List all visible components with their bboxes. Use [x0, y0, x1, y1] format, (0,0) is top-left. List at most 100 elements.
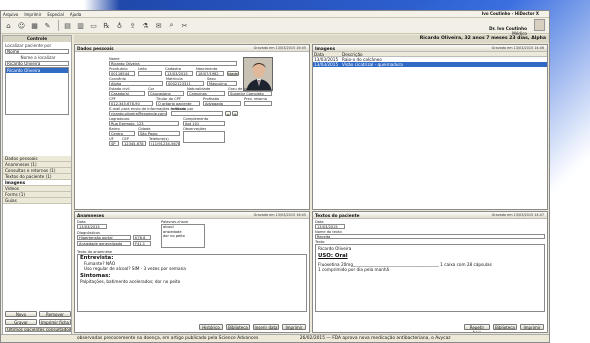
- convenio-select[interactable]: Alpha: [109, 81, 163, 86]
- patient-header: Ricardo Oliveira, 32 anos 7 meses 23 dia…: [74, 35, 549, 43]
- imagens-panel: Imagens Gravado em 13/03/2015 14:46 Data…: [312, 44, 548, 210]
- mail-icon[interactable]: ✉: [153, 20, 164, 31]
- cid-1[interactable]: K76.6: [133, 235, 151, 240]
- anamneses-header: Anamneses Gravado em 13/03/2015 16:45: [75, 212, 309, 219]
- patient-photo[interactable]: [243, 57, 273, 91]
- inserir-data-button[interactable]: Inserir data: [253, 324, 279, 330]
- logradouro-field[interactable]: Rua Exemplo, 123: [109, 121, 179, 126]
- lab-icon[interactable]: ⚗: [140, 20, 151, 31]
- remover-button[interactable]: Remover: [39, 311, 71, 317]
- recent-patients[interactable]: Últimos pacientes consultados: [5, 327, 71, 332]
- prev-retorno-field[interactable]: [244, 101, 272, 106]
- imprimir-button[interactable]: Imprimir: [282, 324, 306, 330]
- indicado-field[interactable]: [171, 111, 223, 116]
- anamnese-data-field[interactable]: 13/03/2015: [77, 224, 107, 229]
- texto-text-area[interactable]: Ricardo Oliveira USO: Oral Fluoxetina 20…: [315, 244, 545, 312]
- clipboard-icon[interactable]: ▤: [62, 20, 73, 31]
- cpf-field[interactable]: 012.345.678-90: [109, 101, 153, 106]
- idade-button[interactable]: Idade: [227, 71, 239, 76]
- biblioteca-button[interactable]: Biblioteca: [493, 324, 517, 330]
- imagens-title: Imagens: [315, 46, 336, 51]
- titular-select[interactable]: O próprio paciente: [156, 101, 200, 106]
- historico-button[interactable]: Histórico: [199, 324, 223, 330]
- novo-button[interactable]: Novo: [5, 311, 37, 317]
- anamneses-title: Anamneses: [77, 213, 105, 218]
- gravar-button[interactable]: Gravar: [5, 319, 37, 325]
- email-field[interactable]: ricardo.oliveira@example.com: [109, 111, 167, 116]
- grau-select[interactable]: Superior Completo: [228, 91, 272, 96]
- imprimir-button[interactable]: Imprimir: [520, 324, 544, 330]
- search-icon[interactable]: ⌕: [166, 20, 177, 31]
- naturalidade-field[interactable]: Campinas: [187, 91, 225, 96]
- cadastro-field[interactable]: 13/03/2015: [165, 71, 193, 76]
- dados-pessoais-panel: Dados pessoais Gravado em 13/03/2015 16:…: [74, 44, 310, 210]
- bairro-field[interactable]: Centro: [109, 131, 135, 136]
- export-icon[interactable]: ⇪: [127, 20, 138, 31]
- cidade-field[interactable]: São Paulo: [138, 131, 180, 136]
- doctor-avatar[interactable]: [534, 19, 545, 31]
- telefones-field[interactable]: (11)91234-5678: [149, 141, 180, 146]
- calendar-icon[interactable]: ▦: [29, 20, 40, 31]
- repetir-hoje-button[interactable]: Repetir hoje: [464, 324, 490, 332]
- sexo-select[interactable]: Masculino: [207, 81, 237, 86]
- folder-icon[interactable]: ▭: [88, 20, 99, 31]
- uf-field[interactable]: SP: [109, 141, 119, 146]
- dados-saved-meta: Gravado em 13/03/2015 16:45: [253, 46, 306, 50]
- cep-field[interactable]: 12345-678: [122, 141, 146, 146]
- table-row-selected[interactable]: 13/03/2015 Visão cicatrizal - queimadura: [313, 62, 547, 67]
- col-descricao[interactable]: Descrição: [341, 52, 363, 57]
- matricula-field[interactable]: 0002123311: [166, 81, 204, 86]
- texto-data-field[interactable]: 13/03/2015: [315, 224, 345, 229]
- status-date: 26/02/2015: [299, 336, 325, 341]
- patient-list-item[interactable]: Ricardo Oliveira: [6, 68, 68, 73]
- locate-select[interactable]: Nome: [5, 49, 69, 54]
- home-icon[interactable]: ⌂: [3, 20, 14, 31]
- book-icon[interactable]: ▥: [75, 20, 86, 31]
- status-ticker-2: FDA aprova nova medicação antibacteriana…: [332, 336, 451, 341]
- edit-icon[interactable]: ✎: [42, 20, 53, 31]
- anamneses-buttons: Histórico Biblioteca Inserir data Imprim…: [199, 324, 306, 330]
- textos-saved-meta: Gravado em 13/03/2015 14:47: [491, 213, 544, 217]
- menu-imprimir[interactable]: Imprimir: [24, 12, 41, 17]
- diagnostico-1[interactable]: Hipertensão portal: [77, 235, 131, 240]
- imprimir-ficha-button[interactable]: Imprimir ficha: [39, 319, 71, 325]
- status-bar: observadas precocemente na doença, em ar…: [1, 334, 549, 342]
- indicado-search-icon[interactable]: ⌕: [225, 111, 231, 117]
- prescription-icon[interactable]: ℞: [101, 20, 112, 31]
- textos-buttons: Repetir hoje Biblioteca Imprimir: [464, 324, 544, 332]
- nome-field[interactable]: Ricardo Oliveira: [109, 61, 237, 66]
- textos-header: Textos do paciente Gravado em 13/03/2015…: [313, 212, 547, 219]
- leito-field[interactable]: [138, 71, 162, 76]
- stethoscope-icon[interactable]: ♁: [114, 20, 125, 31]
- patient-list[interactable]: Ricardo Oliveira: [5, 67, 69, 115]
- palavras-list[interactable]: alcool ansiedade dor no peito: [161, 224, 205, 248]
- complemento-field[interactable]: Apt 101: [183, 121, 225, 126]
- biblioteca-button[interactable]: Biblioteca: [226, 324, 250, 330]
- nome-texto-field[interactable]: Receita: [315, 234, 545, 239]
- dados-title: Dados pessoais: [77, 46, 114, 51]
- tools-icon[interactable]: ✂: [179, 20, 190, 31]
- indicado-add-icon[interactable]: +: [232, 111, 238, 117]
- status-ticker: observadas precocemente na doença, em ar…: [77, 336, 259, 341]
- imagens-header: Imagens Gravado em 13/03/2015 14:46: [313, 45, 547, 52]
- observacoes-field[interactable]: [183, 131, 225, 143]
- anamnese-text-area[interactable]: Entrevista: Fumante? NÃO Uso regular de …: [77, 254, 307, 312]
- prontuario-field[interactable]: 00116544: [109, 71, 135, 76]
- estado-civil-select[interactable]: Casado(a): [109, 91, 145, 96]
- cor-select[interactable]: Caucasiano: [148, 91, 184, 96]
- menu-ajuda[interactable]: Ajuda: [70, 12, 81, 17]
- search-input[interactable]: Ricardo Oliveira: [5, 61, 69, 66]
- window-title: Ivo Coutinho - HiDoctor X: [481, 11, 539, 16]
- menu-especial[interactable]: Especial: [47, 12, 63, 17]
- cid-2[interactable]: F41.1: [133, 241, 151, 246]
- patient-icon[interactable]: ☺: [16, 20, 27, 31]
- profissao-field[interactable]: Advogado: [203, 101, 241, 106]
- search-label: Nome a localizar: [20, 55, 56, 60]
- menu-arquivo[interactable]: Arquivo: [3, 12, 18, 17]
- section-guias[interactable]: Guias: [3, 198, 71, 204]
- diagnostico-2[interactable]: Ansiedade generalizada: [77, 241, 131, 246]
- nascimento-field[interactable]: 18/07/1982: [196, 71, 224, 76]
- col-data[interactable]: Data: [313, 52, 341, 57]
- control-panel: Controle Localizar paciente por Nome Nom…: [2, 35, 72, 342]
